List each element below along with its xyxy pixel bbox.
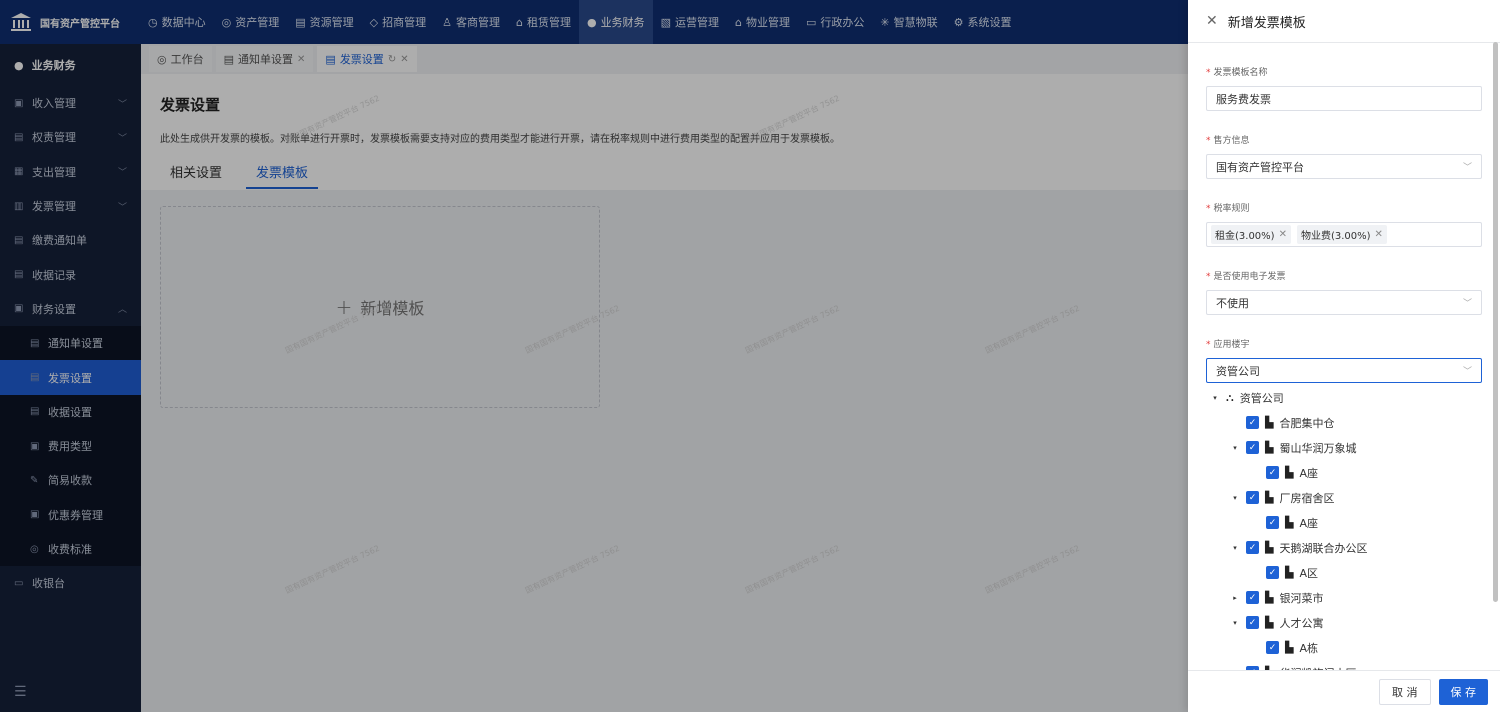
field-label: * 售方信息 [1206, 133, 1482, 146]
checkbox-checked[interactable]: ✓ [1246, 616, 1259, 629]
seller-info-value: 国有资产管控平台 [1216, 160, 1304, 174]
cancel-button[interactable]: 取 消 [1379, 678, 1431, 705]
field-label: * 应用楼宇 [1206, 337, 1482, 350]
tree-node-label: 银河菜市 [1279, 591, 1324, 605]
tree-node[interactable]: ✓ ▙ A区 [1206, 560, 1482, 585]
chevron-down-icon: ﹀ [1462, 367, 1472, 377]
drawer-footer: 取 消 保 存 [1188, 670, 1500, 712]
save-button[interactable]: 保 存 [1438, 678, 1488, 705]
tree-node[interactable]: ✓ ▙ A座 [1206, 510, 1482, 535]
required-mark: * [1206, 340, 1211, 350]
checkbox-checked[interactable]: ✓ [1246, 541, 1259, 554]
required-mark: * [1206, 272, 1211, 282]
tax-tag-label: 租金(3.00%) [1215, 231, 1275, 242]
tree-toggle-icon[interactable]: ▾ [1210, 394, 1220, 402]
building-icon: ▙ [1265, 416, 1274, 429]
close-icon[interactable]: ✕ [1206, 13, 1218, 29]
checkbox-checked[interactable]: ✓ [1266, 466, 1279, 479]
drawer-scrollbar[interactable] [1493, 42, 1498, 602]
building-value: 资管公司 [1216, 364, 1260, 378]
field-label: * 是否使用电子发票 [1206, 269, 1482, 282]
building-icon: ▙ [1285, 566, 1294, 579]
tax-tag-label: 物业费(3.00%) [1300, 231, 1371, 242]
tree-node[interactable]: ▾ ✓ ▙ 天鹅湖联合办公区 [1206, 535, 1482, 560]
tree-node-label: 天鹅湖联合办公区 [1279, 541, 1368, 555]
tree-node-label: 资管公司 [1239, 391, 1284, 405]
seller-info-select[interactable]: 国有资产管控平台 ﹀ [1206, 154, 1482, 179]
tree-node[interactable]: ▾ ✓ ▙ 蜀山华润万象城 [1206, 435, 1482, 460]
checkbox-checked[interactable]: ✓ [1246, 441, 1259, 454]
building-tree: ▾ ⛬ 资管公司 ✓ ▙ 合肥集中仓 ▾ ✓ ▙ 蜀山华润万象城 ✓ ▙ A座 ▾ ✓ ▙ 厂房宿舍区 ✓ ▙ A座 ▾… [1206, 385, 1482, 670]
building-icon: ▙ [1265, 441, 1274, 454]
building-icon: ▙ [1285, 466, 1294, 479]
remove-tag-icon[interactable]: ✕ [1279, 229, 1287, 240]
einvoice-label: 是否使用电子发票 [1213, 272, 1286, 282]
required-mark: * [1206, 68, 1211, 78]
tree-node[interactable]: ✓ ▙ 合肥集中仓 [1206, 410, 1482, 435]
tree-node-label: 人才公寓 [1279, 616, 1324, 630]
tree-node[interactable]: ▾ ⛬ 资管公司 [1206, 385, 1482, 410]
seller-info-label: 售方信息 [1213, 136, 1250, 146]
drawer-header: ✕ 新增发票模板 [1188, 0, 1500, 43]
tree-node-label: 厂房宿舍区 [1279, 491, 1335, 505]
checkbox-checked[interactable]: ✓ [1246, 591, 1259, 604]
tree-node[interactable]: ✓ ▙ A座 [1206, 460, 1482, 485]
tree-node-label: 合肥集中仓 [1279, 416, 1335, 430]
field-label: * 税率规则 [1206, 201, 1482, 214]
einvoice-select[interactable]: 不使用 ﹀ [1206, 290, 1482, 315]
building-icon: ▙ [1265, 616, 1274, 629]
building-icon: ▙ [1265, 541, 1274, 554]
remove-tag-icon[interactable]: ✕ [1375, 229, 1383, 240]
checkbox-checked[interactable]: ✓ [1266, 516, 1279, 529]
tree-node-label: A座 [1299, 516, 1318, 530]
tree-node[interactable]: ▾ ✓ ▙ 厂房宿舍区 [1206, 485, 1482, 510]
checkbox-checked[interactable]: ✓ [1266, 566, 1279, 579]
tree-node-label: A座 [1299, 466, 1318, 480]
tree-toggle-icon[interactable]: ▾ [1230, 494, 1240, 502]
template-name-input[interactable]: 服务费发票 [1206, 86, 1482, 111]
building-icon: ▙ [1265, 491, 1274, 504]
tree-node[interactable]: ▸ ✓ ▙ 银河菜市 [1206, 585, 1482, 610]
tax-tag: 租金(3.00%) ✕ [1211, 225, 1291, 244]
tree-node-label: A栋 [1299, 641, 1318, 655]
chevron-down-icon: ﹀ [1462, 163, 1472, 173]
tax-rule-multiselect[interactable]: 租金(3.00%) ✕ 物业费(3.00%) ✕ [1206, 222, 1482, 247]
modal-overlay[interactable] [0, 0, 1188, 712]
checkbox-checked[interactable]: ✓ [1246, 416, 1259, 429]
org-icon: ⛬ [1226, 390, 1234, 404]
tree-node[interactable]: ▾✓▙华润凯旋门小区 [1206, 660, 1482, 670]
required-mark: * [1206, 204, 1211, 214]
tree-node[interactable]: ✓ ▙ A栋 [1206, 635, 1482, 660]
drawer-body: * 发票模板名称 服务费发票 * 售方信息 国有资产管控平台 ﹀ * 税率规则 租金(3… [1188, 43, 1500, 670]
tree-node-label: A区 [1299, 566, 1318, 580]
building-icon: ▙ [1285, 516, 1294, 529]
field-label: * 发票模板名称 [1206, 65, 1482, 78]
tree-node-label: 蜀山华润万象城 [1279, 441, 1357, 455]
template-name-label: 发票模板名称 [1213, 68, 1268, 78]
tax-tag: 物业费(3.00%) ✕ [1296, 225, 1387, 244]
checkbox-checked[interactable]: ✓ [1266, 641, 1279, 654]
tree-toggle-icon[interactable]: ▾ [1230, 544, 1240, 552]
tree-toggle-icon[interactable]: ▾ [1230, 619, 1240, 627]
chevron-down-icon: ﹀ [1462, 299, 1472, 309]
checkbox-checked[interactable]: ✓ [1246, 491, 1259, 504]
tax-rule-label: 税率规则 [1213, 204, 1250, 214]
building-icon: ▙ [1265, 591, 1274, 604]
drawer-title: 新增发票模板 [1227, 15, 1306, 31]
template-name-value: 服务费发票 [1216, 92, 1271, 106]
einvoice-value: 不使用 [1216, 296, 1249, 310]
building-icon: ▙ [1285, 641, 1294, 654]
tree-toggle-icon[interactable]: ▾ [1230, 444, 1240, 452]
building-label: 应用楼宇 [1213, 340, 1250, 350]
required-mark: * [1206, 136, 1211, 146]
tree-toggle-icon[interactable]: ▸ [1230, 594, 1240, 602]
tree-node[interactable]: ▾ ✓ ▙ 人才公寓 [1206, 610, 1482, 635]
building-tree-select[interactable]: 资管公司 ﹀ [1206, 358, 1482, 383]
add-invoice-template-drawer: ✕ 新增发票模板 * 发票模板名称 服务费发票 * 售方信息 国有资产管控平台 ﹀ *… [1188, 0, 1500, 712]
